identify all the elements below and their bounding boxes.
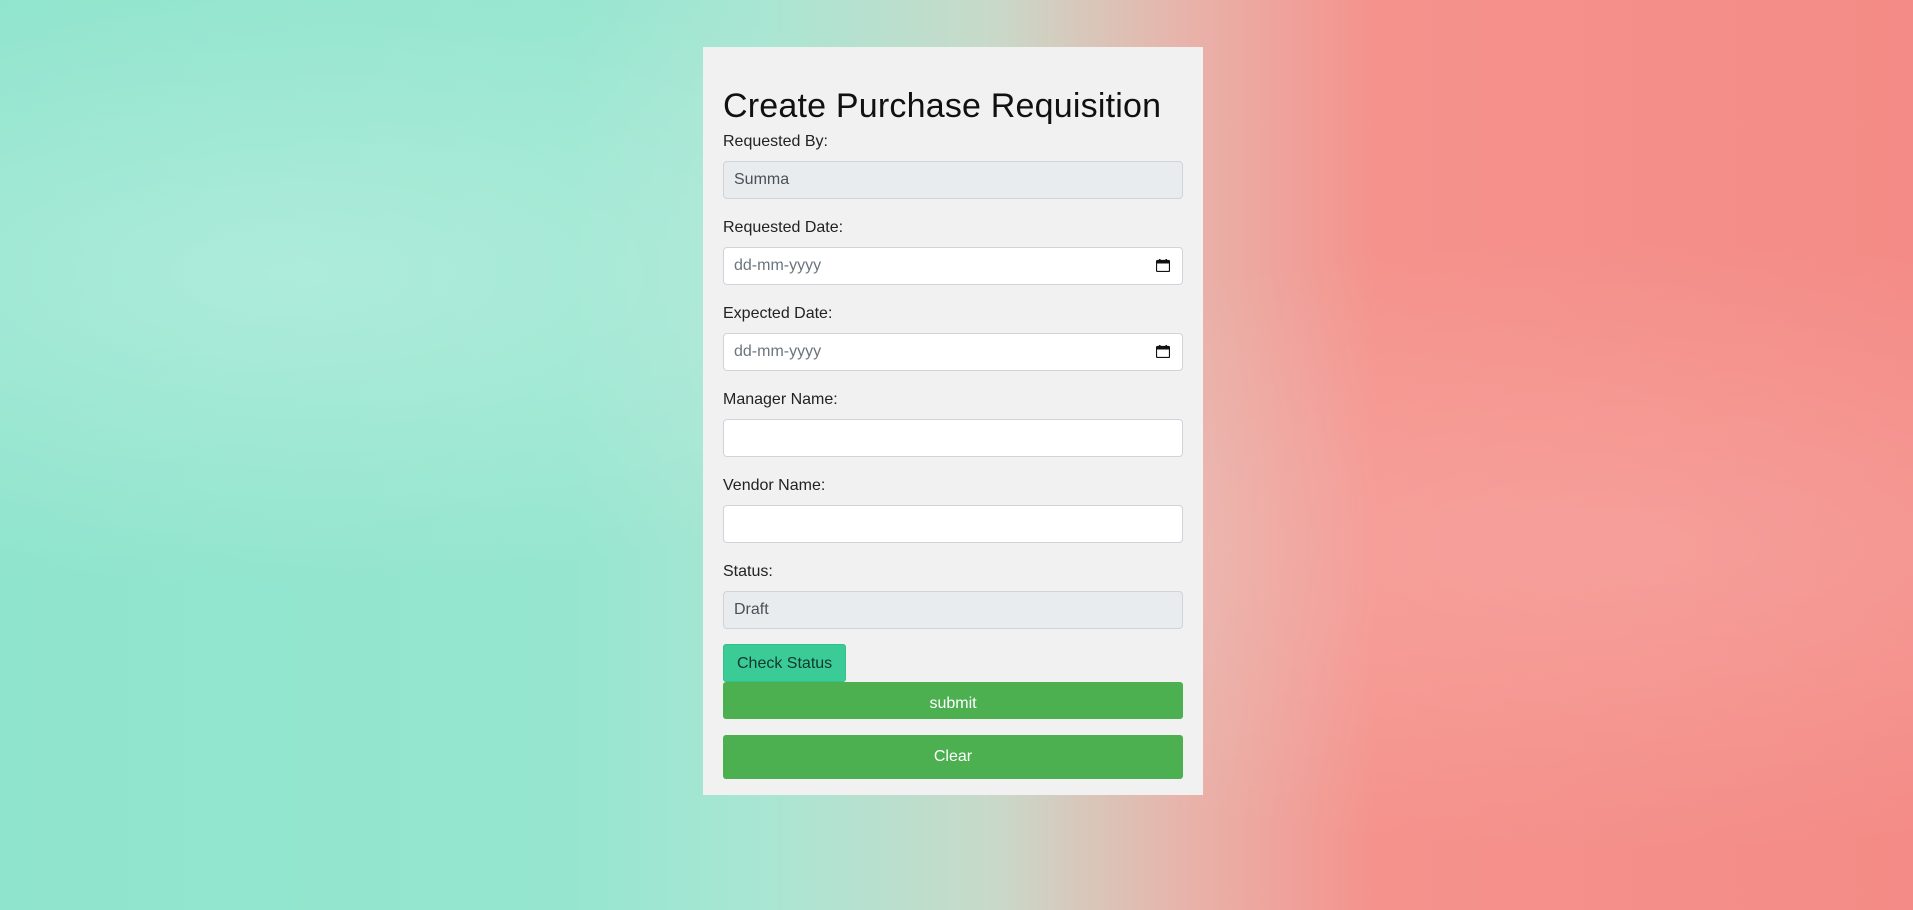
requested-by-label: Requested By: xyxy=(723,133,828,150)
status-field: Draft xyxy=(723,591,1183,629)
submit-button[interactable]: submit xyxy=(723,682,1183,719)
vendor-name-field[interactable] xyxy=(723,505,1183,543)
expected-date-label: Expected Date: xyxy=(723,305,833,322)
status-label: Status: xyxy=(723,563,773,580)
status-value: Draft xyxy=(734,601,769,618)
manager-name-label: Manager Name: xyxy=(723,391,838,408)
requested-by-field: Summa xyxy=(723,161,1183,199)
manager-name-input[interactable] xyxy=(734,420,1172,456)
check-status-button[interactable]: Check Status xyxy=(723,644,847,682)
manager-name-field[interactable] xyxy=(723,419,1183,457)
calendar-icon[interactable] xyxy=(1156,259,1170,272)
page-title: Create Purchase Requisition xyxy=(723,87,1162,125)
expected-date-input[interactable]: dd-mm-yyyy xyxy=(723,333,1183,371)
requested-date-placeholder: dd-mm-yyyy xyxy=(734,257,822,274)
vendor-name-input[interactable] xyxy=(734,506,1172,542)
requested-date-label: Requested Date: xyxy=(723,219,844,236)
requested-date-input[interactable]: dd-mm-yyyy xyxy=(723,247,1183,285)
vendor-name-label: Vendor Name: xyxy=(723,477,826,494)
calendar-icon[interactable] xyxy=(1156,345,1170,358)
requested-by-value: Summa xyxy=(734,171,790,188)
requisition-form-card: Create Purchase Requisition Requested By… xyxy=(703,47,1203,795)
expected-date-placeholder: dd-mm-yyyy xyxy=(734,343,822,360)
clear-button[interactable]: Clear xyxy=(723,735,1183,779)
